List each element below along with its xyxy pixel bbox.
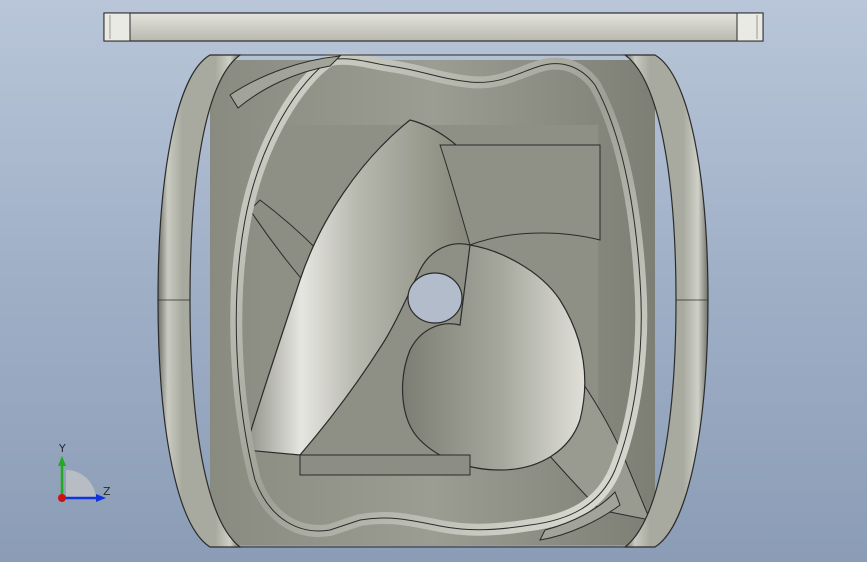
- model-view[interactable]: [0, 0, 867, 562]
- y-axis-label: Y: [59, 442, 66, 455]
- orientation-triad: Y Z: [48, 440, 118, 510]
- x-axis-icon: [58, 494, 66, 502]
- graphics-viewport[interactable]: Y Z: [0, 0, 867, 562]
- center-hole: [407, 272, 463, 324]
- triad-plane-icon: [66, 469, 96, 498]
- z-axis-label: Z: [103, 485, 111, 498]
- top-plate[interactable]: [103, 12, 764, 42]
